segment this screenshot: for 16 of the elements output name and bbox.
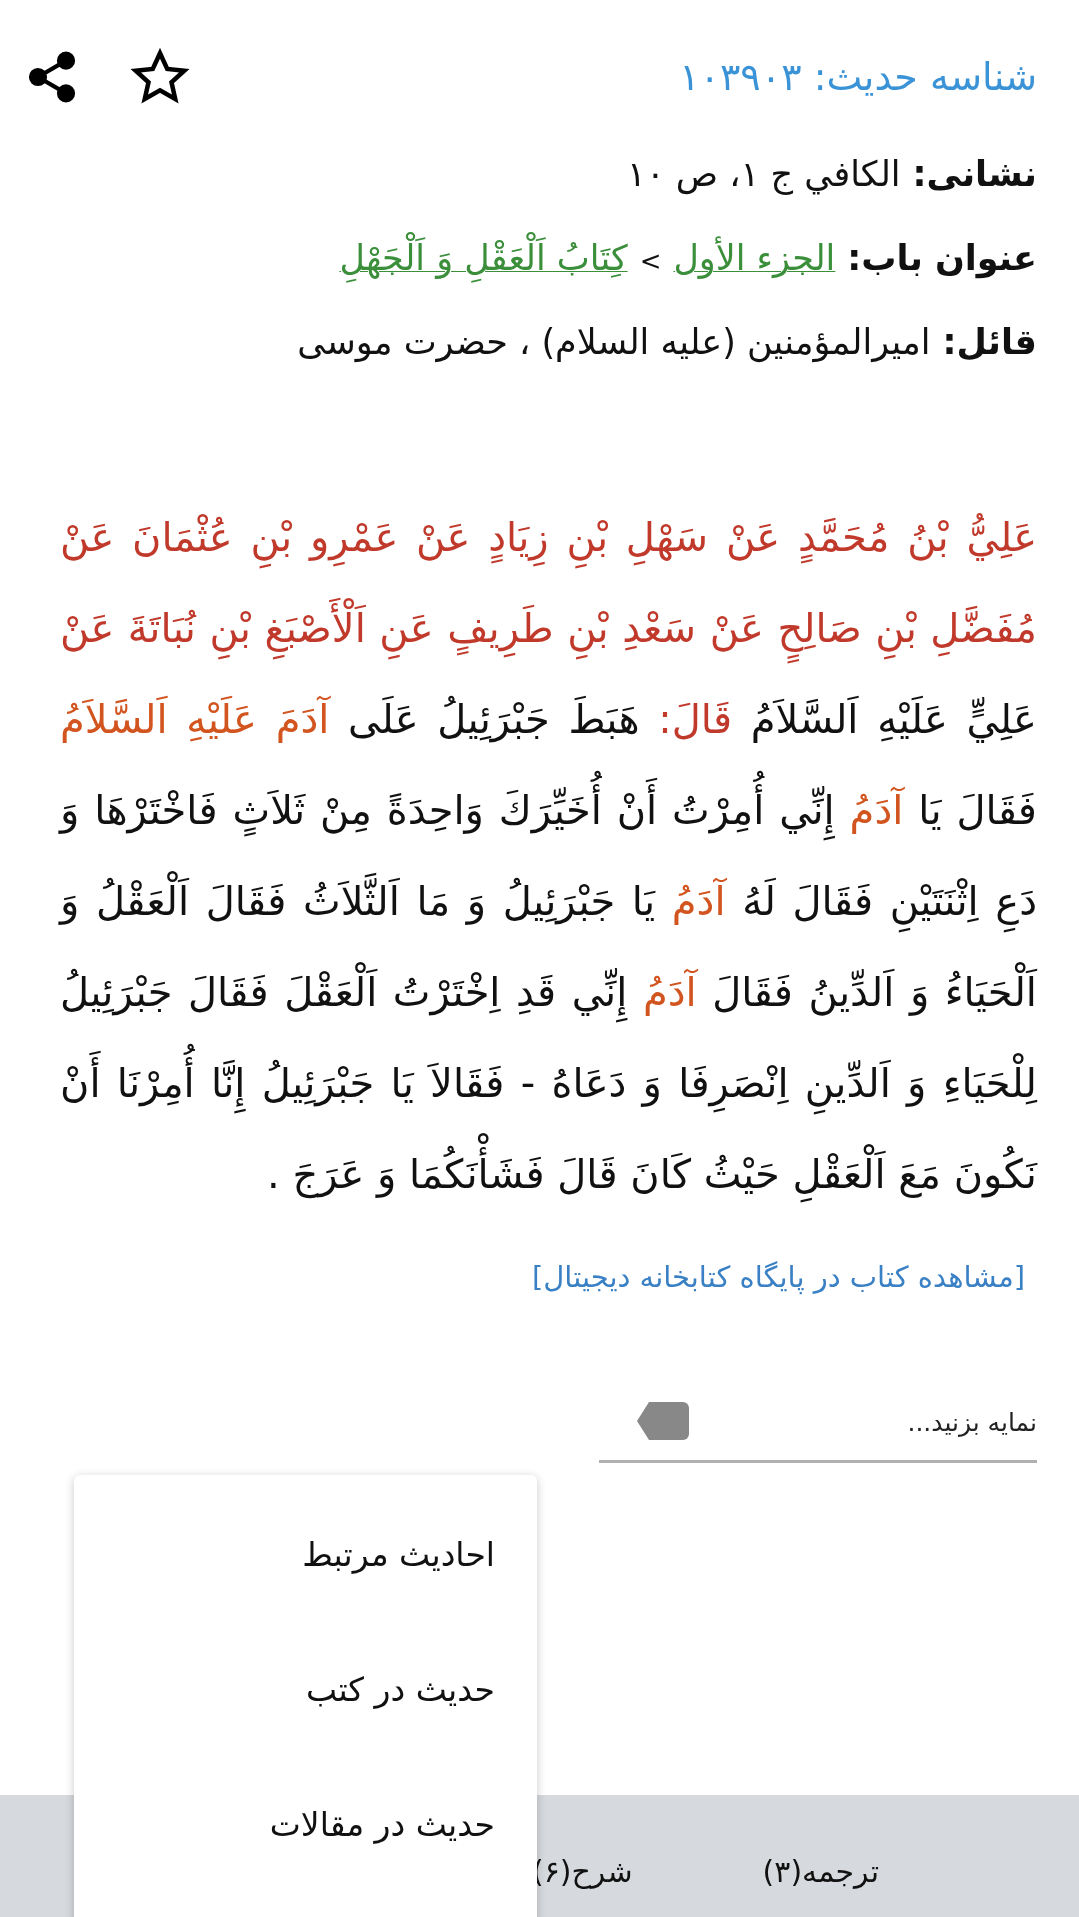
chapter-label: عنوان باب:	[847, 238, 1037, 278]
bottom-tab[interactable]: ترجمه(۳)	[762, 1853, 879, 1889]
chapter-link[interactable]: الجزء الأول	[673, 230, 836, 286]
narrator-value: اميرالمؤمنين (عليه السلام) ، حضرت موسى	[297, 322, 931, 362]
tag-icon	[637, 1402, 689, 1440]
chapter-link[interactable]: كِتَابُ اَلْعَقْلِ وَ اَلْجَهْلِ	[339, 230, 628, 286]
breadcrumb-separator: >	[639, 246, 662, 276]
menu-item[interactable]: حدیث در مقالات	[74, 1785, 537, 1917]
menu-item[interactable]: حدیث در کتب	[74, 1650, 537, 1785]
hadith-text: عَلِيُّ بْنُ مُحَمَّدٍ عَنْ سَهْلِ بْنِ زِيَادٍ عَنْ عَمْرِو بْنِ عُثْمَانَ عَنْ مُفَضَّلِ بْنِ صَالِحٍ عَنْ سَعْدِ بْنِ طَرِيفٍ عَنِ اَلْأَصْبَغِ بْنِ نُبَاتَةَ عَنْ عَلِيٍّ عَلَيْهِ اَلسَّلاَمُ قَالَ: هَبَطَ جَبْرَئِيلُ عَلَى آدَمَ عَلَيْهِ اَلسَّلاَمُ فَقَالَ يَا آدَمُ إِنِّي أُمِرْتُ أَنْ أُخَيِّرَكَ وَاحِدَةً مِنْ ثَلاَثٍ فَاخْتَرْهَا وَ دَعِ اِثْنَتَيْنِ فَقَالَ لَهُ آدَمُ يَا جَبْرَئِيلُ وَ مَا اَلثَّلاَثُ فَقَالَ اَلْعَقْلُ وَ اَلْحَيَاءُ وَ اَلدِّينُ فَقَالَ آدَمُ إِنِّي قَدِ اِخْتَرْتُ اَلْعَقْلَ فَقَالَ جَبْرَئِيلُ لِلْحَيَاءِ وَ اَلدِّينِ اِنْصَرِفَا وَ دَعَاهُ - فَقَالاَ يَا جَبْرَئِيلُ إِنَّا أُمِرْنَا أَنْ نَكُونَ مَعَ اَلْعَقْلِ حَيْثُ كَانَ قَالَ فَشَأْنَكُمَا وَ عَرَجَ .	[60, 492, 1037, 1220]
menu-item[interactable]: احادیث مرتبط	[74, 1515, 537, 1650]
source-label: نشانی:	[912, 154, 1037, 194]
source-value: الكافي ج ۱، ص ۱۰	[627, 154, 901, 194]
narrator-label: قائل:	[942, 322, 1037, 362]
library-link[interactable]: [مشاهده کتاب در پایگاه کتابخانه دیجیتال]	[531, 1260, 1025, 1294]
hadith-id: شناسه حدیث: ۱۰۳۹۰۳	[679, 55, 1037, 99]
